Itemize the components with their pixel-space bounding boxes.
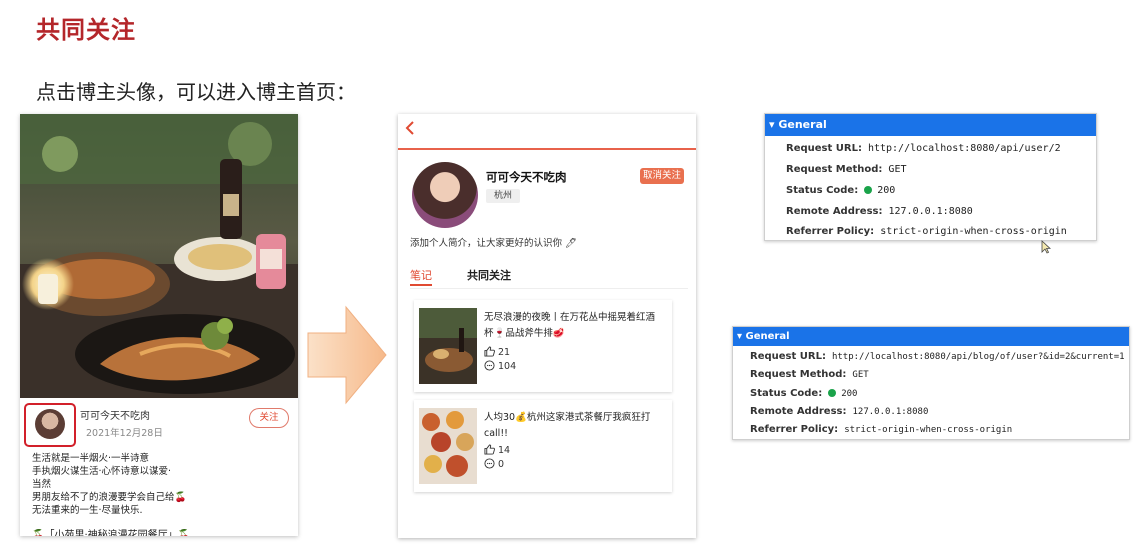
- note-card[interactable]: 无尽浪漫的夜晚丨在万花丛中摇晃着红酒 杯🍷品战斧牛排🥩 21 104: [414, 300, 672, 392]
- post-location-line: 🍒「小苑里·神秘浪漫花园餐厅」🍒: [32, 530, 191, 536]
- post-photo: [20, 114, 298, 398]
- note-title-line: 人均30💰杭州这家港式茶餐厅我疯狂打: [484, 412, 651, 423]
- author-row: 可可今天不吃肉 2021年12月28日 关注: [20, 398, 298, 456]
- note-title-line: call!!: [484, 428, 508, 439]
- like-count[interactable]: 21: [484, 346, 510, 358]
- request-method-value: GET: [888, 164, 907, 175]
- status-ok-icon: [828, 389, 837, 397]
- status-code-value: 200: [877, 185, 896, 196]
- general-header-label: General: [745, 331, 790, 342]
- status-code-value: 200: [841, 389, 858, 399]
- profile-page-card: 可可今天不吃肉 杭州 取消关注 添加个人简介，让大家更好的认识你 🖊 笔记 共同…: [398, 114, 696, 538]
- note-thumbnail: [419, 408, 477, 484]
- note-title: 无尽浪漫的夜晚丨在万花丛中摇晃着红酒 杯🍷品战斧牛排🥩: [484, 310, 670, 342]
- like-count[interactable]: 14: [484, 444, 510, 456]
- chevron-left-icon[interactable]: [404, 120, 416, 141]
- general-section-header[interactable]: ▾ General: [765, 114, 1096, 136]
- remote-address-value: 127.0.0.1:8080: [888, 206, 973, 217]
- follow-button[interactable]: 关注: [249, 408, 289, 428]
- status-ok-icon: [864, 186, 873, 194]
- status-code-row: Status Code: 200: [750, 387, 857, 399]
- city-badge: 杭州: [486, 189, 520, 203]
- note-thumbnail: [419, 308, 477, 384]
- comment-icon: [484, 458, 495, 469]
- like-count-value: 14: [498, 445, 511, 456]
- request-method-label: Request Method:: [750, 369, 847, 380]
- post-card: 可可今天不吃肉 2021年12月28日 关注 生活就是一半烟火·一半诗意 手执烟…: [20, 114, 298, 536]
- thumbs-up-icon: [484, 346, 495, 357]
- request-url-row: Request URL: http://localhost:8080/api/bl…: [750, 350, 1125, 362]
- comment-count[interactable]: 104: [484, 360, 516, 372]
- author-avatar-highlight[interactable]: [24, 403, 76, 447]
- request-method-row: Request Method: GET: [750, 368, 869, 380]
- arrow-right-icon: [307, 305, 387, 405]
- post-line: 生活就是一半烟火·一半诗意: [32, 453, 150, 464]
- post-line: 当然: [32, 479, 52, 490]
- author-avatar[interactable]: [35, 409, 65, 439]
- remote-address-value: 127.0.0.1:8080: [852, 407, 929, 417]
- referrer-policy-label: Referrer Policy:: [786, 226, 875, 237]
- active-tab-indicator: [410, 284, 432, 286]
- note-card[interactable]: 人均30💰杭州这家港式茶餐厅我疯狂打 call!! 14 0: [414, 400, 672, 492]
- remote-address-row: Remote Address: 127.0.0.1:8080: [786, 205, 973, 217]
- comment-count-value: 104: [498, 361, 517, 372]
- status-code-row: Status Code: 200: [786, 184, 895, 196]
- slide-title: 共同关注: [36, 16, 136, 44]
- note-title-line: 无尽浪漫的夜晚丨在万花丛中摇晃着红酒: [484, 312, 656, 323]
- header-divider: [398, 148, 696, 150]
- thumbs-up-icon: [484, 444, 495, 455]
- remote-address-label: Remote Address:: [750, 406, 847, 417]
- remote-address-label: Remote Address:: [786, 206, 883, 217]
- request-method-label: Request Method:: [786, 164, 883, 175]
- request-url-label: Request URL:: [786, 143, 862, 154]
- referrer-policy-label: Referrer Policy:: [750, 424, 839, 435]
- request-url-value[interactable]: http://localhost:8080/api/user/2: [868, 143, 1061, 154]
- devtools-general-panel: ▾ General Request URL: http://localhost:8…: [732, 326, 1130, 440]
- post-line: 无法重来的一生·尽量快乐.: [32, 505, 143, 516]
- request-method-value: GET: [852, 370, 869, 380]
- remote-address-row: Remote Address: 127.0.0.1:8080: [750, 405, 928, 417]
- author-name[interactable]: 可可今天不吃肉: [80, 407, 150, 422]
- post-line: 手执烟火谋生活·心怀诗意以谋爱·: [32, 466, 172, 477]
- request-url-value[interactable]: http://localhost:8080/api/blog/of/user?&…: [832, 352, 1125, 362]
- unfollow-button[interactable]: 取消关注: [640, 168, 684, 184]
- referrer-policy-value: strict-origin-when-cross-origin: [880, 226, 1067, 237]
- general-section-header[interactable]: ▾ General: [733, 327, 1129, 346]
- referrer-policy-row: Referrer Policy: strict-origin-when-cross…: [750, 423, 1012, 435]
- general-header-label: General: [778, 118, 827, 131]
- note-title-line: 杯🍷品战斧牛排🥩: [484, 328, 565, 339]
- status-code-label: Status Code:: [786, 185, 859, 196]
- post-date: 2021年12月28日: [86, 428, 163, 439]
- comment-icon: [484, 360, 495, 371]
- referrer-policy-value: strict-origin-when-cross-origin: [844, 425, 1013, 435]
- post-body: 生活就是一半烟火·一半诗意 手执烟火谋生活·心怀诗意以谋爱· 当然 男朋友给不了…: [32, 452, 292, 517]
- request-url-row: Request URL: http://localhost:8080/api/us…: [786, 142, 1061, 154]
- mouse-cursor-icon: [1041, 240, 1051, 254]
- referrer-policy-row: Referrer Policy: strict-origin-when-cross…: [786, 225, 1067, 237]
- comment-count[interactable]: 0: [484, 458, 504, 470]
- tab-divider: [410, 288, 688, 289]
- like-count-value: 21: [498, 347, 511, 358]
- post-line: 男朋友给不了的浪漫要学会自己给🍒: [32, 492, 187, 503]
- note-title: 人均30💰杭州这家港式茶餐厅我疯狂打 call!!: [484, 410, 670, 442]
- profile-bio[interactable]: 添加个人简介，让大家更好的认识你 🖊: [410, 235, 577, 249]
- tab-notes[interactable]: 笔记: [410, 267, 432, 283]
- devtools-general-panel: ▾ General Request URL: http://localhost:8…: [764, 113, 1097, 241]
- comment-count-value: 0: [498, 459, 505, 470]
- request-method-row: Request Method: GET: [786, 163, 906, 175]
- profile-avatar: [412, 162, 478, 228]
- request-url-label: Request URL:: [750, 351, 826, 362]
- tab-common-follows[interactable]: 共同关注: [467, 267, 511, 283]
- profile-name: 可可今天不吃肉: [486, 170, 567, 184]
- slide-subtitle: 点击博主头像，可以进入博主首页：: [36, 80, 356, 104]
- status-code-label: Status Code:: [750, 388, 823, 399]
